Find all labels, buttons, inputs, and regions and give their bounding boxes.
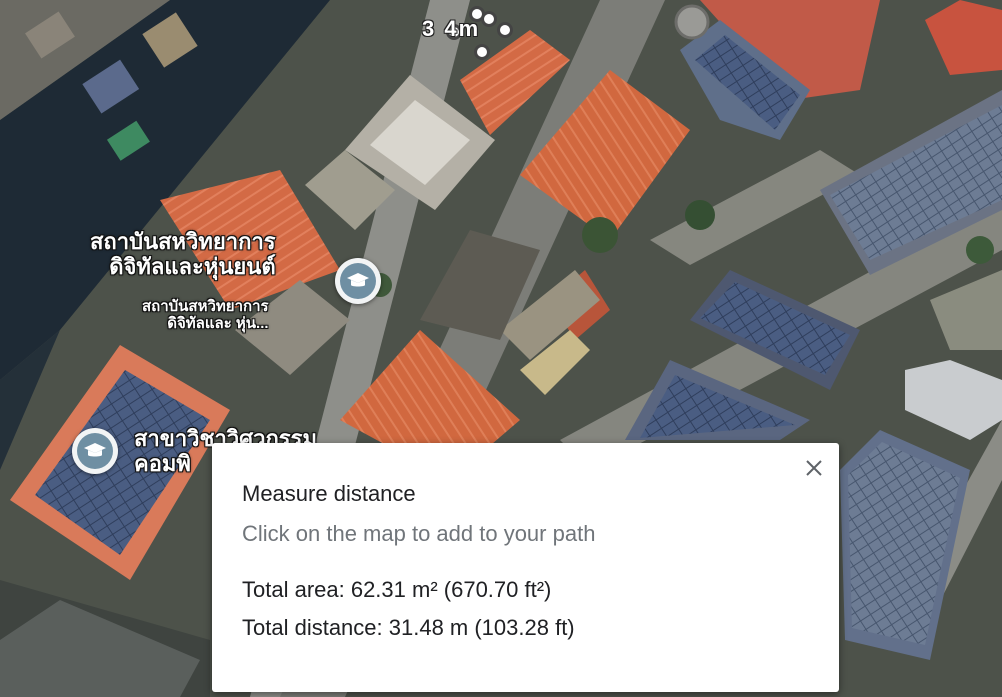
total-area: Total area: 62.31 m² (670.70 ft²) — [242, 577, 552, 602]
path-vertex[interactable] — [497, 22, 513, 38]
poi-marker[interactable] — [335, 258, 381, 304]
panel-title: Measure distance — [242, 481, 416, 506]
graduation-cap-icon — [340, 263, 376, 299]
poi-subname-line: สถาบันสหวิทยาการ — [142, 298, 269, 315]
poi-subname-line: ดิจิทัลและ หุ่น... — [167, 315, 269, 333]
close-icon — [806, 460, 822, 476]
panel-hint: Click on the map to add to your path — [242, 521, 596, 546]
poi-sublabel: สถาบันสหวิทยาการ ดิจิทัลและ หุ่น... — [142, 298, 269, 333]
measure-distance-label: 3 4m — [422, 16, 481, 41]
graduation-cap-icon — [77, 433, 113, 469]
measure-distance-panel: Measure distance Click on the map to add… — [212, 443, 839, 692]
total-distance: Total distance: 31.48 m (103.28 ft) — [242, 615, 575, 640]
poi-marker[interactable] — [72, 428, 118, 474]
path-vertex[interactable] — [481, 11, 497, 27]
path-vertex[interactable] — [474, 44, 490, 60]
poi-label[interactable]: สถาบันสหวิทยาการ ดิจิทัลและหุ่นยนต์ — [90, 229, 276, 280]
close-button[interactable] — [801, 455, 827, 481]
poi-name-line: สถาบันสหวิทยาการ — [90, 229, 276, 254]
poi-name-line: ดิจิทัลและหุ่นยนต์ — [109, 254, 276, 280]
